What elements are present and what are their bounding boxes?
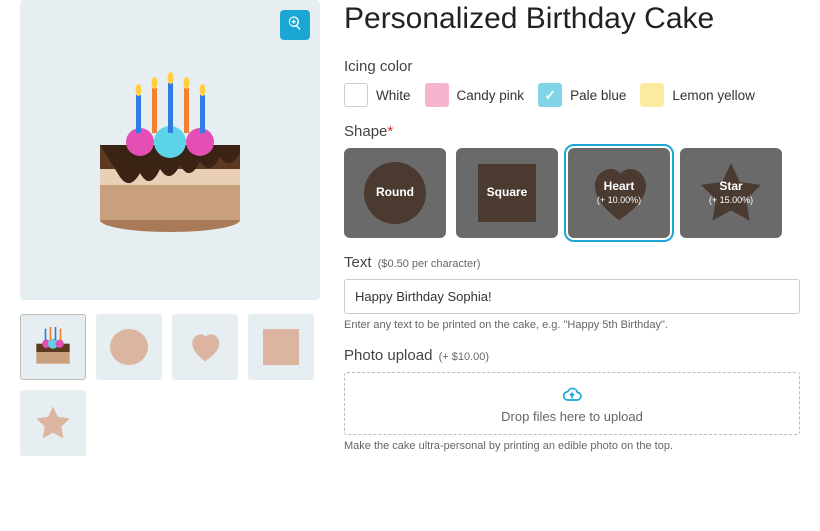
upload-hint: Make the cake ultra-personal by printing… — [344, 440, 800, 452]
swatch-label: White — [376, 88, 411, 103]
icing-swatch-white[interactable]: White — [344, 83, 411, 107]
shape-label: Round — [376, 185, 414, 201]
thumbnail-cake[interactable] — [20, 314, 86, 380]
shape-label: Shape* — [344, 123, 800, 140]
thumbnail-heart[interactable] — [172, 314, 238, 380]
text-label: Text ($0.50 per character) — [344, 254, 800, 271]
cake-illustration — [70, 50, 270, 250]
thumbnail-square[interactable] — [248, 314, 314, 380]
upload-section: Photo upload (+ $10.00) Drop files here … — [344, 347, 800, 452]
upload-label: Photo upload (+ $10.00) — [344, 347, 800, 364]
swatch-label: Pale blue — [570, 88, 626, 103]
shape-label: Heart(+ 10.00%) — [597, 179, 641, 206]
icing-swatch-lemon-yellow[interactable]: Lemon yellow — [640, 83, 755, 107]
text-section: Text ($0.50 per character) Enter any tex… — [344, 254, 800, 331]
swatch-box — [344, 83, 368, 107]
shape-option-heart[interactable]: Heart(+ 10.00%) — [568, 148, 670, 238]
shape-label: Star(+ 15.00%) — [709, 179, 753, 206]
dropzone-text: Drop files here to upload — [501, 409, 643, 424]
shape-option-star[interactable]: Star(+ 15.00%) — [680, 148, 782, 238]
shape-option-square[interactable]: Square — [456, 148, 558, 238]
shape-option-round[interactable]: Round — [344, 148, 446, 238]
cloud-upload-icon — [345, 385, 799, 405]
swatch-box — [425, 83, 449, 107]
shape-label: Square — [487, 185, 528, 201]
swatch-box — [538, 83, 562, 107]
icing-swatch-pale-blue[interactable]: Pale blue — [538, 83, 626, 107]
main-product-image — [20, 0, 320, 300]
thumbnail-row — [20, 314, 320, 456]
shape-section: Shape* Round Square Heart(+ 10.00%) Star(+ … — [344, 123, 800, 238]
swatch-label: Lemon yellow — [672, 88, 755, 103]
text-hint: Enter any text to be printed on the cake… — [344, 319, 800, 331]
icing-color-label: Icing color — [344, 58, 800, 75]
upload-price-hint: (+ $10.00) — [439, 351, 489, 363]
file-dropzone[interactable]: Drop files here to upload — [344, 372, 800, 435]
magnifier-plus-icon — [287, 15, 303, 36]
icing-swatch-candy-pink[interactable]: Candy pink — [425, 83, 525, 107]
product-title: Personalized Birthday Cake — [344, 2, 800, 36]
text-price-hint: ($0.50 per character) — [378, 258, 481, 270]
thumbnail-round[interactable] — [96, 314, 162, 380]
thumbnail-star[interactable] — [20, 390, 86, 456]
product-gallery — [20, 0, 320, 468]
icing-color-section: Icing color White Candy pink Pale blue Lemo… — [344, 58, 800, 107]
swatch-label: Candy pink — [457, 88, 525, 103]
swatch-box — [640, 83, 664, 107]
shape-required: * — [387, 123, 393, 140]
zoom-button[interactable] — [280, 10, 310, 40]
cake-text-input[interactable] — [344, 279, 800, 314]
